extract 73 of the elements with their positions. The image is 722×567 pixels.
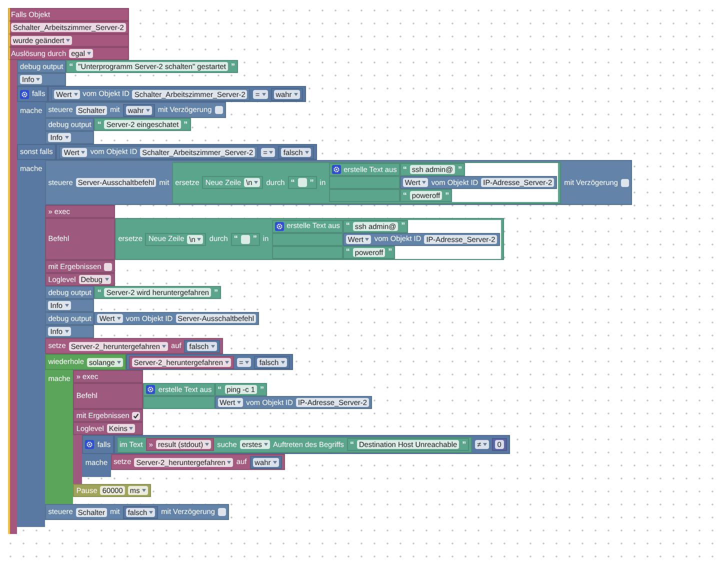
caret-icon	[227, 460, 232, 464]
quote-mark: ”	[388, 247, 392, 257]
caret-icon	[280, 360, 285, 364]
caret-icon	[262, 92, 266, 96]
text-field[interactable]	[240, 234, 250, 244]
quote-mark: “	[350, 440, 354, 450]
quote-mark: “	[402, 164, 407, 174]
quote-mark: ”	[260, 384, 264, 394]
caret-icon	[210, 344, 215, 348]
quote-mark: “	[346, 247, 350, 257]
caret-icon	[254, 181, 258, 184]
checkbox[interactable]	[218, 508, 226, 516]
quote-mark: “	[290, 178, 295, 188]
caret-icon	[142, 489, 146, 492]
quote-mark: ”	[401, 221, 406, 231]
caret-icon	[104, 278, 108, 281]
caret-icon	[116, 317, 121, 320]
text-field[interactable]	[298, 178, 307, 187]
gear-icon[interactable]	[20, 90, 29, 98]
checkbox[interactable]	[620, 178, 629, 186]
checkbox[interactable]	[104, 262, 112, 270]
caret-icon	[197, 238, 202, 240]
caret-icon	[483, 443, 488, 446]
quote-mark: “	[218, 384, 222, 394]
caret-icon	[162, 344, 166, 348]
caret-icon	[149, 510, 154, 514]
gear-icon[interactable]	[85, 440, 94, 449]
caret-icon	[66, 39, 70, 42]
gear-icon[interactable]	[146, 385, 156, 394]
logic-block[interactable]	[17, 86, 632, 527]
loop-block[interactable]	[45, 354, 510, 504]
caret-icon	[422, 181, 426, 184]
quote-mark: ”	[458, 164, 462, 174]
caret-icon	[304, 150, 309, 154]
checkbox[interactable]	[132, 412, 140, 420]
quote-mark: ”	[462, 440, 466, 450]
caret-icon	[294, 92, 298, 96]
block-spine	[73, 435, 82, 484]
quote-mark: “	[69, 62, 74, 72]
quote-mark: ”	[230, 62, 235, 72]
caret-icon	[64, 136, 69, 139]
quote-mark: “	[234, 234, 238, 244]
caret-icon	[129, 427, 134, 430]
gear-icon[interactable]	[274, 222, 284, 230]
event-block[interactable]	[8, 8, 632, 534]
quote-mark: “	[402, 190, 407, 200]
quote-mark: “	[97, 120, 102, 130]
caret-icon	[269, 150, 274, 154]
caret-icon	[116, 360, 121, 364]
checkbox[interactable]	[214, 106, 223, 114]
caret-icon	[64, 304, 69, 307]
quote-mark: ”	[445, 190, 450, 200]
quote-mark: ”	[214, 288, 218, 298]
caret-icon	[74, 92, 78, 96]
caret-icon	[36, 78, 40, 81]
caret-icon	[237, 401, 242, 404]
caret-icon	[245, 360, 250, 364]
caret-icon	[264, 443, 268, 446]
caret-icon	[146, 108, 150, 112]
caret-icon	[87, 52, 92, 55]
caret-icon	[205, 443, 210, 446]
exec-block[interactable]	[73, 370, 510, 484]
quote-mark: “	[97, 288, 102, 298]
quote-mark: ”	[184, 120, 188, 130]
gear-icon[interactable]	[332, 165, 341, 174]
caret-icon	[365, 238, 370, 240]
quote-mark: ”	[310, 178, 314, 188]
quote-mark: “	[346, 221, 350, 231]
caret-icon	[224, 360, 229, 364]
caret-icon	[64, 330, 69, 333]
caret-icon	[81, 150, 86, 154]
quote-mark: ”	[252, 234, 257, 244]
caret-icon	[272, 460, 277, 464]
